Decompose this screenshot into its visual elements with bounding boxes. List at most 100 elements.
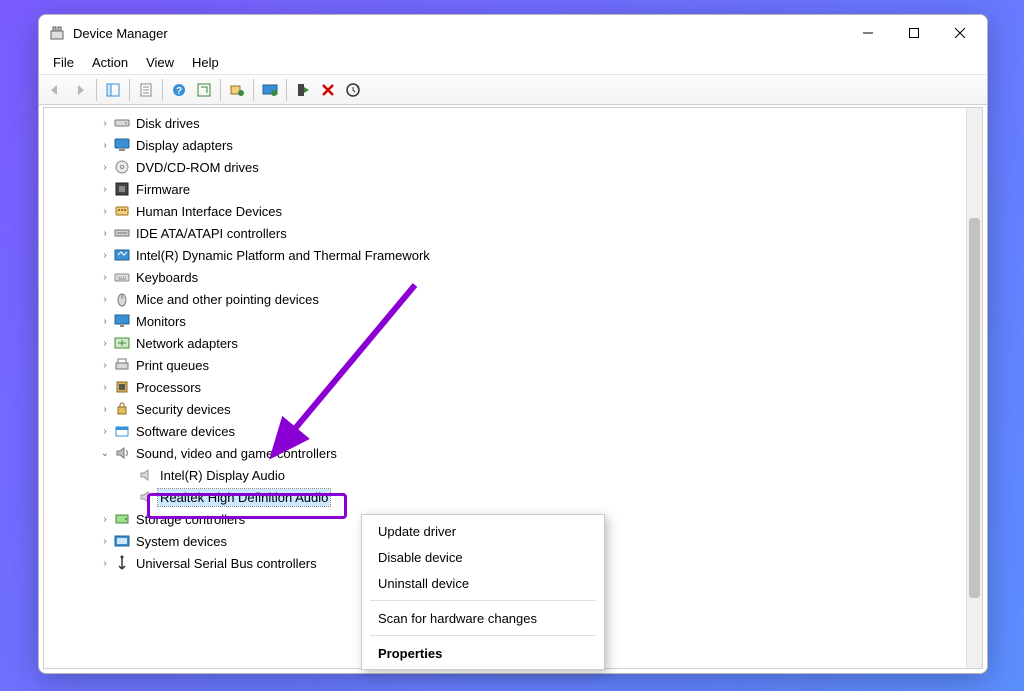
toolbar-tree[interactable] — [101, 78, 125, 102]
tree-item-label: Mice and other pointing devices — [136, 292, 319, 307]
window-title: Device Manager — [73, 26, 168, 41]
tree-item-label: Network adapters — [136, 336, 238, 351]
ctx-update-driver[interactable]: Update driver — [362, 518, 604, 544]
chevron-right-icon[interactable]: › — [98, 248, 112, 262]
tree-item[interactable]: › Software devices — [44, 420, 966, 442]
tree-item-label: DVD/CD-ROM drives — [136, 160, 259, 175]
chevron-right-icon[interactable]: › — [98, 402, 112, 416]
toolbar-enable[interactable] — [291, 78, 315, 102]
maximize-button[interactable] — [891, 18, 937, 48]
tree-item[interactable]: › Print queues — [44, 354, 966, 376]
tree-item[interactable]: › DVD/CD-ROM drives — [44, 156, 966, 178]
toolbar-update[interactable] — [341, 78, 365, 102]
tree-item[interactable]: › Display adapters — [44, 134, 966, 156]
tree-item-label: Intel(R) Dynamic Platform and Thermal Fr… — [136, 248, 430, 263]
toolbar-back[interactable] — [43, 78, 67, 102]
tree-item-child[interactable]: ›Realtek High Definition Audio — [44, 486, 966, 508]
menu-file[interactable]: File — [45, 53, 82, 72]
chevron-right-icon[interactable]: › — [98, 116, 112, 130]
chevron-right-icon[interactable]: › — [98, 182, 112, 196]
sound-child-icon — [138, 467, 154, 483]
menu-view[interactable]: View — [138, 53, 182, 72]
software-icon — [114, 423, 130, 439]
toolbar-scan[interactable] — [225, 78, 249, 102]
tree-item-label: Storage controllers — [136, 512, 245, 527]
ctx-properties[interactable]: Properties — [362, 640, 604, 666]
chevron-right-icon[interactable]: › — [98, 424, 112, 438]
ctx-scan-hardware[interactable]: Scan for hardware changes — [362, 605, 604, 631]
tree-item-label: Human Interface Devices — [136, 204, 282, 219]
tree-item[interactable]: › Human Interface Devices — [44, 200, 966, 222]
chevron-down-icon[interactable]: ⌄ — [98, 446, 112, 460]
dvd-icon — [114, 159, 130, 175]
sound-child-icon — [138, 489, 154, 505]
tree-item[interactable]: › IDE ATA/ATAPI controllers — [44, 222, 966, 244]
keyboard-icon — [114, 269, 130, 285]
titlebar: Device Manager — [39, 15, 987, 51]
network-icon — [114, 335, 130, 351]
security-icon — [114, 401, 130, 417]
toolbar-monitor[interactable] — [258, 78, 282, 102]
usb-icon — [114, 555, 130, 571]
chevron-right-icon[interactable]: › — [98, 534, 112, 548]
chevron-right-icon[interactable]: › — [98, 380, 112, 394]
menu-action[interactable]: Action — [84, 53, 136, 72]
tree-item[interactable]: ›Firmware — [44, 178, 966, 200]
chevron-right-icon[interactable]: › — [98, 270, 112, 284]
chevron-right-icon[interactable]: › — [98, 226, 112, 240]
monitor-icon — [114, 313, 130, 329]
toolbar-properties[interactable] — [134, 78, 158, 102]
tree-item[interactable]: › Security devices — [44, 398, 966, 420]
ctx-uninstall-device[interactable]: Uninstall device — [362, 570, 604, 596]
tree-item-label: Security devices — [136, 402, 231, 417]
tree-item-label: Display adapters — [136, 138, 233, 153]
minimize-button[interactable] — [845, 18, 891, 48]
tree-item[interactable]: › Network adapters — [44, 332, 966, 354]
chevron-right-icon[interactable]: › — [98, 556, 112, 570]
tree-item-label: Realtek High Definition Audio — [160, 490, 328, 505]
tree-item-label: Software devices — [136, 424, 235, 439]
chevron-right-icon[interactable]: › — [98, 160, 112, 174]
toolbar — [39, 75, 987, 105]
printer-icon — [114, 357, 130, 373]
tree-item-label: Print queues — [136, 358, 209, 373]
tree-item-child[interactable]: ›Intel(R) Display Audio — [44, 464, 966, 486]
scrollbar-thumb[interactable] — [969, 218, 980, 598]
tree-item[interactable]: ›Keyboards — [44, 266, 966, 288]
tree-item[interactable]: ›Processors — [44, 376, 966, 398]
chevron-right-icon[interactable]: › — [98, 292, 112, 306]
app-icon — [49, 25, 65, 41]
display-icon — [114, 137, 130, 153]
scrollbar[interactable] — [966, 108, 982, 668]
chevron-right-icon[interactable]: › — [98, 336, 112, 350]
mouse-icon — [114, 291, 130, 307]
tree-item[interactable]: › Mice and other pointing devices — [44, 288, 966, 310]
toolbar-disable[interactable] — [316, 78, 340, 102]
tree-item[interactable]: › Intel(R) Dynamic Platform and Thermal F… — [44, 244, 966, 266]
firmware-icon — [114, 181, 130, 197]
menu-help[interactable]: Help — [184, 53, 227, 72]
tree-item-label: IDE ATA/ATAPI controllers — [136, 226, 287, 241]
chevron-right-icon[interactable]: › — [98, 358, 112, 372]
system-icon — [114, 533, 130, 549]
chevron-right-icon[interactable]: › — [98, 314, 112, 328]
ctx-disable-device[interactable]: Disable device — [362, 544, 604, 570]
tree-item[interactable]: ›Monitors — [44, 310, 966, 332]
ctx-separator — [370, 635, 596, 636]
disk-icon — [114, 115, 130, 131]
toolbar-help[interactable] — [167, 78, 191, 102]
storage-icon — [114, 511, 130, 527]
tree-item-label: Universal Serial Bus controllers — [136, 556, 317, 571]
tree-item-label: Intel(R) Display Audio — [160, 468, 285, 483]
cpu-icon — [114, 379, 130, 395]
chevron-right-icon[interactable]: › — [98, 512, 112, 526]
tree-item[interactable]: ›Disk drives — [44, 112, 966, 134]
hid-icon — [114, 203, 130, 219]
close-button[interactable] — [937, 18, 983, 48]
thermal-icon — [114, 247, 130, 263]
toolbar-forward[interactable] — [68, 78, 92, 102]
tree-item[interactable]: ⌄Sound, video and game controllers — [44, 442, 966, 464]
chevron-right-icon[interactable]: › — [98, 204, 112, 218]
chevron-right-icon[interactable]: › — [98, 138, 112, 152]
toolbar-refresh[interactable] — [192, 78, 216, 102]
